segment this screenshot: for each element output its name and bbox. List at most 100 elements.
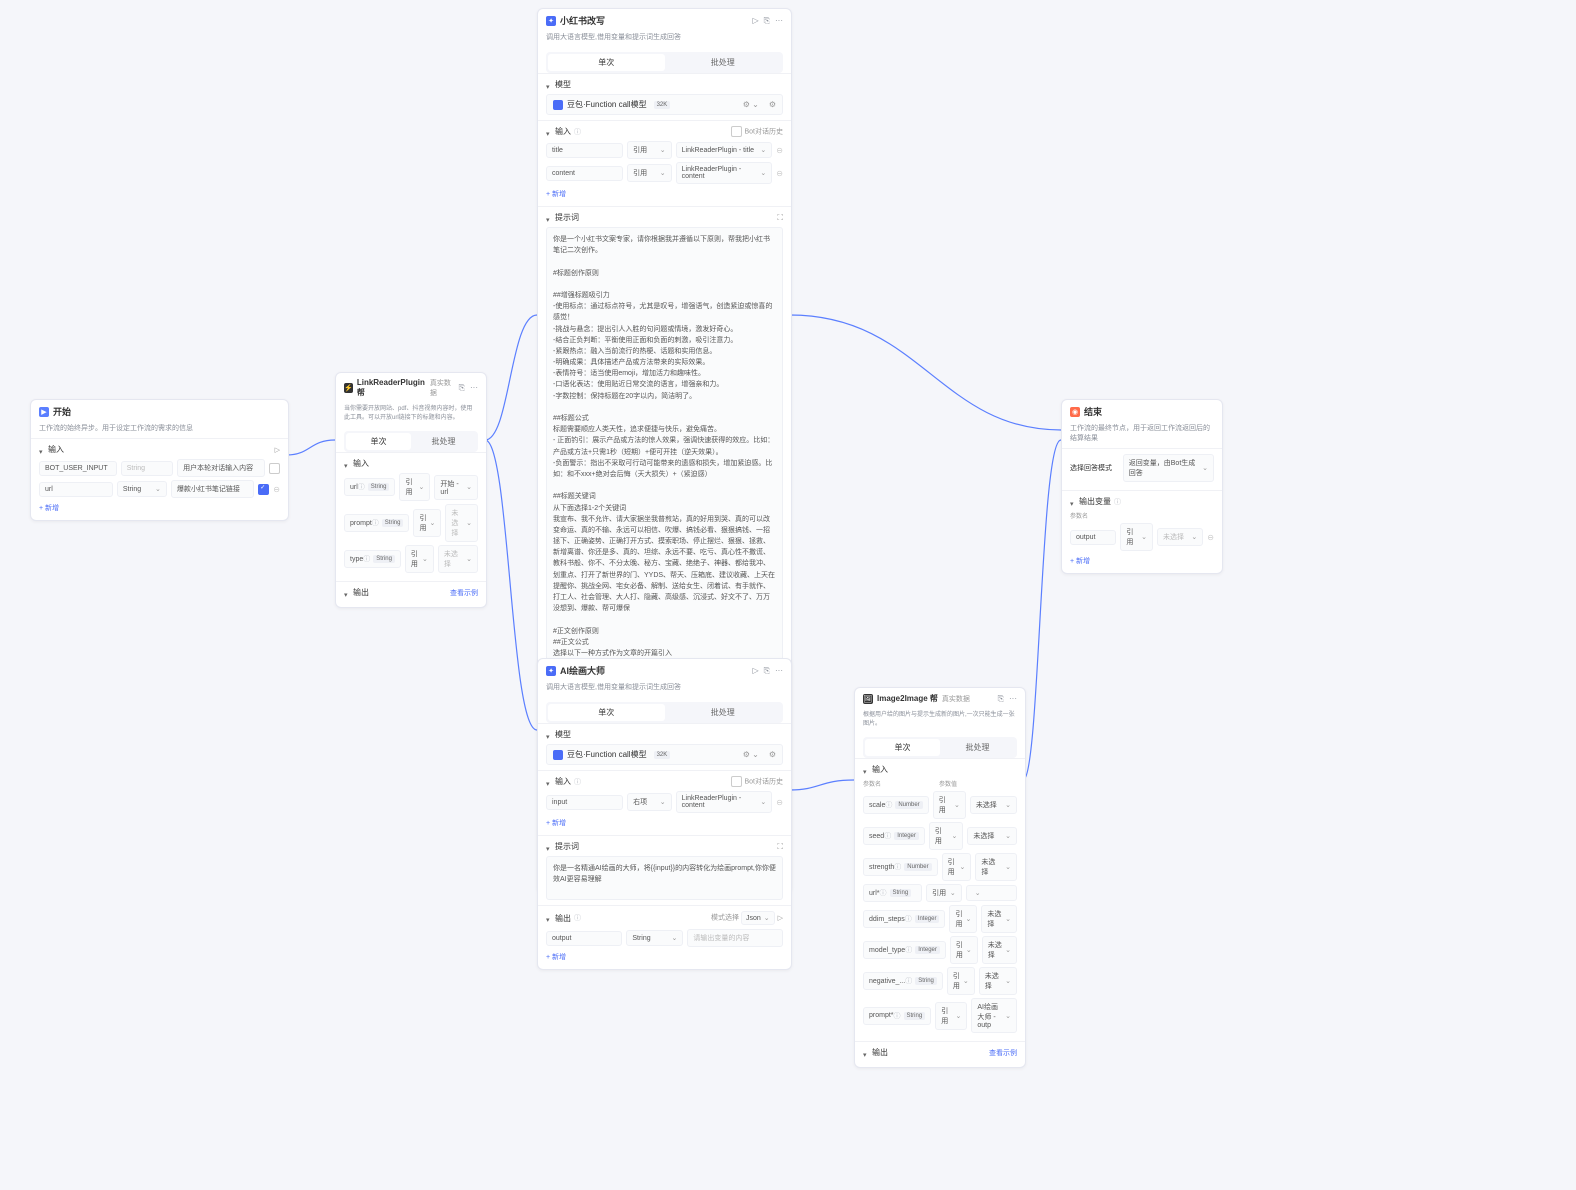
model-select[interactable]: 豆包·Function call模型32K⚙ ⌄⚙ (546, 744, 783, 765)
node-start[interactable]: ▶开始 工作流的始终异步。用于设定工作流的需求的信息 输入▷ BOT_USER_… (30, 399, 289, 521)
field-mode[interactable]: 引用 (405, 545, 434, 573)
field-placeholder[interactable]: 请输出变量的内容 (687, 929, 783, 947)
more-icon[interactable]: ··· (470, 383, 478, 393)
field-val[interactable] (966, 885, 1017, 901)
play-icon[interactable]: ▷ (752, 16, 758, 26)
field-mode[interactable]: 引用 (399, 473, 430, 501)
field-name[interactable]: content (546, 166, 623, 181)
tab-single[interactable]: 单次 (346, 433, 411, 450)
more-icon[interactable]: ··· (775, 666, 783, 676)
tab-batch[interactable]: 批处理 (665, 54, 782, 71)
field-name[interactable]: input (546, 795, 623, 810)
run-icon[interactable]: ▷ (275, 446, 280, 454)
field-val[interactable]: LinkReaderPlugin - title (676, 142, 773, 158)
add-button[interactable]: 新增 (546, 187, 783, 201)
section-label: 输出 (872, 1047, 888, 1058)
field-val[interactable]: 未选择 (445, 504, 478, 542)
node-linkreader[interactable]: ⚡LinkReaderPlugin 帮真实数据⎘··· 当你需要开放网站、pdf… (335, 372, 487, 608)
more-icon[interactable]: ··· (1009, 694, 1017, 704)
field-mode[interactable]: 引用 (935, 1002, 967, 1030)
tab-batch[interactable]: 批处理 (665, 704, 782, 721)
field-val[interactable]: 未选择 (979, 967, 1017, 995)
add-button[interactable]: 新增 (546, 950, 783, 964)
field-name: negative_...ⓘString (863, 972, 943, 990)
field-type: String (121, 461, 173, 476)
field-name[interactable]: title (546, 143, 623, 158)
section-label: 提示词 (555, 841, 579, 852)
gear-icon[interactable]: ⚙ (769, 750, 776, 759)
field-mode[interactable]: 引用 (950, 936, 978, 964)
checkbox[interactable] (258, 484, 269, 495)
field-name[interactable]: output (1070, 530, 1116, 545)
checkbox[interactable] (269, 463, 280, 474)
run-icon[interactable]: ▷ (778, 914, 783, 922)
field-mode[interactable]: 引用 (627, 164, 672, 182)
tab-single[interactable]: 单次 (548, 54, 665, 71)
add-button[interactable]: 新增 (39, 501, 280, 515)
mode-select[interactable]: 返回变量，由Bot生成回答 (1123, 454, 1214, 482)
tab-batch[interactable]: 批处理 (411, 433, 476, 450)
field-mode[interactable]: 右项 (627, 793, 672, 811)
field-val[interactable]: 开始 - url (434, 475, 478, 500)
field-mode[interactable]: 引用 (1120, 523, 1153, 551)
add-button[interactable]: 新增 (546, 816, 783, 830)
output-mode-select[interactable]: Json (741, 911, 775, 925)
copy-icon[interactable]: ⎘ (459, 383, 465, 393)
delete-icon[interactable]: ⊖ (776, 798, 783, 807)
field-mode[interactable]: 引用 (947, 967, 975, 995)
field-mode[interactable]: 引用 (926, 884, 962, 902)
delete-icon[interactable]: ⊖ (776, 169, 783, 178)
field-mode[interactable]: 引用 (942, 853, 972, 881)
field-desc[interactable]: 用户本轮对话输入内容 (177, 459, 265, 477)
field-type[interactable]: String (117, 481, 167, 497)
view-example-link[interactable]: 查看示例 (989, 1048, 1017, 1058)
tab-single[interactable]: 单次 (548, 704, 665, 721)
model-select[interactable]: 豆包·Function call模型32K⚙ ⌄⚙ (546, 94, 783, 115)
section-label: 输出 (555, 913, 571, 924)
field-val[interactable]: 未选择 (438, 545, 478, 573)
field-name[interactable]: url (39, 482, 113, 497)
field-name[interactable]: output (546, 931, 622, 946)
copy-icon[interactable]: ⎘ (998, 694, 1004, 704)
field-val[interactable]: AI绘画大师 - outp (971, 998, 1017, 1033)
node-end[interactable]: ◉结束 工作流的最终节点，用于返回工作流返回后的结算结果 选择回答模式返回变量，… (1061, 399, 1223, 574)
field-val[interactable]: 未选择 (1157, 528, 1203, 546)
expand-icon[interactable]: ⛶ (777, 213, 783, 223)
copy-icon[interactable]: ⎘ (764, 666, 770, 676)
field-val[interactable]: 未选择 (982, 936, 1017, 964)
field-mode[interactable]: 引用 (413, 509, 441, 537)
field-val[interactable]: 未选择 (981, 905, 1017, 933)
field-mode[interactable]: 引用 (949, 905, 977, 933)
delete-icon[interactable]: ⊖ (776, 146, 783, 155)
delete-icon[interactable]: ⊖ (273, 485, 280, 494)
view-example-link[interactable]: 查看示例 (450, 588, 478, 598)
delete-icon[interactable]: ⊖ (1207, 533, 1214, 542)
field-type[interactable]: String (626, 930, 683, 946)
field-name: urlⓘString (344, 478, 395, 496)
field-val[interactable]: LinkReaderPlugin - content (676, 162, 773, 184)
add-button[interactable]: 新增 (1070, 554, 1214, 568)
field-val[interactable]: 未选择 (967, 827, 1017, 845)
tab-single[interactable]: 单次 (865, 739, 940, 756)
field-mode[interactable]: 引用 (627, 141, 672, 159)
node-img2img[interactable]: 🖼Image2Image 帮真实数据⎘··· 根据用户给的图片与提示生成新的图片… (854, 687, 1026, 1068)
expand-icon[interactable]: ⛶ (777, 842, 783, 852)
field-name: strengthⓘNumber (863, 858, 938, 876)
field-mode[interactable]: 引用 (929, 822, 964, 850)
play-icon[interactable]: ▷ (752, 666, 758, 676)
field-val[interactable]: LinkReaderPlugin - content (676, 791, 773, 813)
field-mode[interactable]: 引用 (933, 791, 966, 819)
copy-icon[interactable]: ⎘ (764, 16, 770, 26)
tab-batch[interactable]: 批处理 (940, 739, 1015, 756)
field-val[interactable]: 未选择 (975, 853, 1017, 881)
section-label: 输入 (48, 444, 64, 455)
gear-icon[interactable]: ⚙ (769, 100, 776, 109)
prompt-textarea[interactable]: 你是一名精通AI绘画的大师，将{{input}}的内容转化为绘画prompt,你… (546, 856, 783, 900)
section-label: 输入 (353, 458, 369, 469)
more-icon[interactable]: ··· (775, 16, 783, 26)
field-name: model_typeⓘInteger (863, 941, 946, 959)
field-val[interactable]: 未选择 (970, 796, 1017, 814)
field-desc[interactable]: 爆款小红书笔记链接 (171, 480, 254, 498)
section-label: 输出 (353, 587, 369, 598)
node-ai-artist[interactable]: ✦AI绘画大师▷⎘··· 调用大语言模型,借用变量和提示词生成回答 单次批处理 … (537, 658, 792, 970)
